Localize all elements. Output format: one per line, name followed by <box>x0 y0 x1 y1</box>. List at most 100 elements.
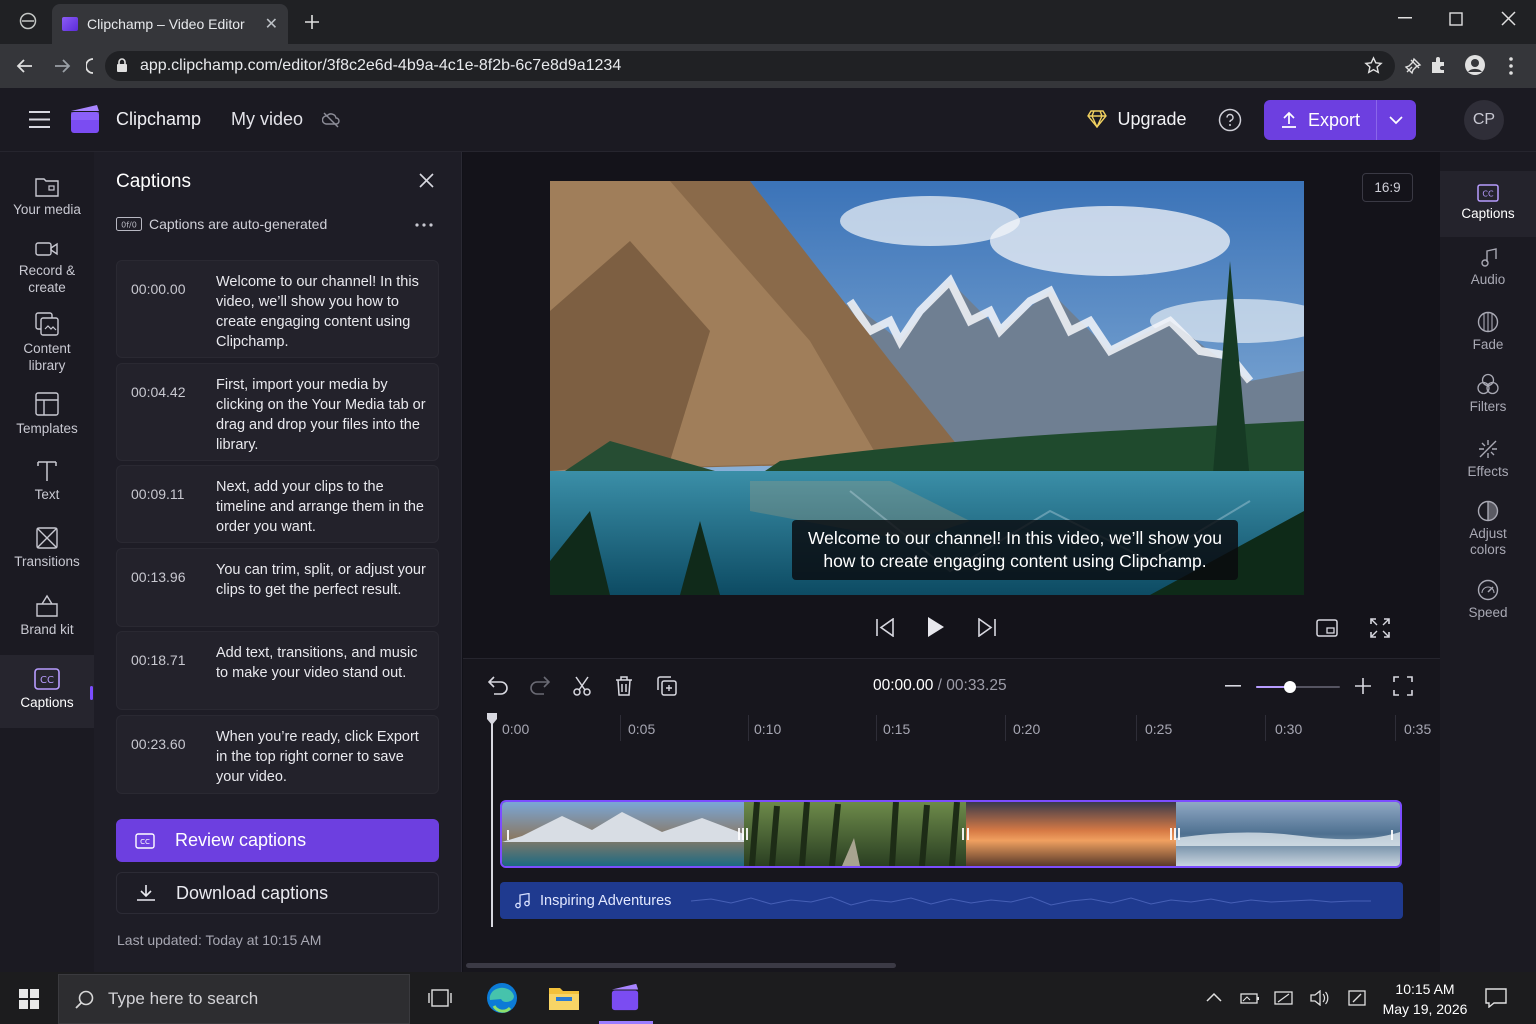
taskbar-clock[interactable]: 10:15 AM May 19, 2026 <box>1378 979 1472 1019</box>
delete-trash-icon[interactable] <box>615 676 633 696</box>
minimize-icon[interactable] <box>1398 17 1412 19</box>
sidebar-item-templates[interactable]: Templates <box>0 392 94 437</box>
aspect-ratio-button[interactable]: 16:9 <box>1362 173 1413 202</box>
caption-text[interactable]: When you’re ready, click Export in the t… <box>216 727 426 787</box>
avatar[interactable]: CP <box>1464 100 1504 140</box>
browser-tab[interactable]: Clipchamp – Video Editor ✕ <box>52 4 288 44</box>
zoom-thumb[interactable] <box>1283 681 1296 693</box>
duplicate-icon[interactable] <box>657 676 677 696</box>
zoom-slider[interactable] <box>1256 681 1340 693</box>
tab-actions-icon[interactable] <box>18 11 38 31</box>
sidebar-item-captions[interactable]: CC Captions <box>0 655 94 728</box>
forward-icon[interactable] <box>52 56 72 76</box>
close-window-icon[interactable] <box>1501 11 1516 26</box>
caption-text[interactable]: First, import your media by clicking on … <box>216 375 426 455</box>
edge-browser-icon[interactable] <box>486 982 518 1014</box>
fullscreen-icon[interactable] <box>1370 618 1390 638</box>
sidebar-item-transitions[interactable]: Transitions <box>0 527 94 570</box>
right-item-fade[interactable]: Fade <box>1440 311 1536 353</box>
zoom-in-icon[interactable] <box>1355 678 1371 694</box>
chevron-down-icon[interactable] <box>1377 115 1403 125</box>
pen-workspace-icon[interactable] <box>1348 990 1366 1006</box>
browser-menu-icon[interactable] <box>1509 57 1513 75</box>
caption-timestamp: 00:04.42 <box>131 384 186 400</box>
caption-text[interactable]: Add text, transitions, and music to make… <box>216 643 426 683</box>
close-icon[interactable] <box>419 173 434 188</box>
right-item-effects[interactable]: Effects <box>1440 438 1536 480</box>
taskbar-search-box[interactable]: Type here to search <box>58 974 410 1024</box>
right-item-filters[interactable]: Filters <box>1440 373 1536 415</box>
volume-icon[interactable] <box>1309 990 1329 1006</box>
picture-in-picture-icon[interactable] <box>1316 619 1338 637</box>
review-captions-button[interactable]: CC Review captions <box>116 819 439 862</box>
url-text: app.clipchamp.com/editor/3f8c2e6d-4b9a-4… <box>140 57 622 74</box>
video-preview[interactable]: Welcome to our channel! In this video, w… <box>550 181 1304 595</box>
network-icon[interactable] <box>1274 990 1294 1006</box>
maximize-icon[interactable] <box>1449 12 1463 26</box>
right-item-speed[interactable]: Speed <box>1440 579 1536 621</box>
extension-pin-icon[interactable] <box>1404 57 1422 75</box>
hamburger-menu-icon[interactable] <box>29 111 50 128</box>
back-icon[interactable] <box>15 56 35 76</box>
caption-card[interactable]: 00:18.71 Add text, transitions, and musi… <box>116 631 439 710</box>
url-field[interactable]: app.clipchamp.com/editor/3f8c2e6d-4b9a-4… <box>105 51 1395 81</box>
play-icon[interactable] <box>926 615 946 639</box>
close-tab-icon[interactable]: ✕ <box>265 14 278 34</box>
notifications-icon[interactable] <box>1485 988 1507 1008</box>
profile-icon[interactable] <box>1464 54 1486 76</box>
caption-text[interactable]: Welcome to our channel! In this video, w… <box>216 272 426 352</box>
windows-start-icon[interactable] <box>19 989 39 1009</box>
export-main[interactable]: Export <box>1264 110 1376 131</box>
caption-card[interactable]: 00:04.42 First, import your media by cli… <box>116 363 439 461</box>
audio-track-clip[interactable]: Inspiring Adventures <box>500 882 1403 919</box>
sidebar-item-label: Your media <box>13 202 81 217</box>
export-button[interactable]: Export <box>1264 100 1416 140</box>
upgrade-button[interactable]: Upgrade <box>1072 98 1202 140</box>
right-item-audio[interactable]: Audio <box>1440 248 1536 288</box>
reload-icon[interactable] <box>86 57 96 75</box>
extensions-puzzle-icon[interactable] <box>1429 56 1447 74</box>
new-tab-icon[interactable] <box>303 13 321 31</box>
lock-icon <box>116 58 128 73</box>
file-explorer-icon[interactable] <box>548 985 580 1011</box>
fit-timeline-icon[interactable] <box>1393 676 1413 696</box>
clipchamp-app-icon[interactable] <box>610 982 640 1012</box>
right-item-adjust-colors[interactable]: Adjust colors <box>1440 500 1536 558</box>
redo-icon[interactable] <box>529 676 550 695</box>
skip-back-icon[interactable] <box>875 618 895 637</box>
more-options-icon[interactable] <box>415 223 433 227</box>
caption-text[interactable]: You can trim, split, or adjust your clip… <box>216 560 426 600</box>
auto-note-text: Captions are auto-generated <box>149 216 328 232</box>
playhead[interactable] <box>487 713 497 927</box>
tick-label: 0:00 <box>502 721 530 737</box>
subtitle-overlay[interactable]: Welcome to our channel! In this video, w… <box>792 520 1238 580</box>
timeline-scrollbar[interactable] <box>466 963 896 968</box>
right-item-captions[interactable]: CC Captions <box>1440 171 1536 237</box>
bookmark-star-icon[interactable] <box>1364 56 1383 75</box>
effects-sparkle-icon <box>1477 438 1499 460</box>
caption-card[interactable]: 00:23.60 When you’re ready, click Export… <box>116 715 439 794</box>
download-captions-button[interactable]: Download captions <box>116 872 439 914</box>
project-name-field[interactable]: My video <box>231 109 303 130</box>
split-scissors-icon[interactable] <box>572 676 592 696</box>
undo-icon[interactable] <box>488 676 509 695</box>
skip-forward-icon[interactable] <box>977 618 997 637</box>
caption-card[interactable]: 00:09.11 Next, add your clips to the tim… <box>116 465 439 543</box>
chevron-up-icon[interactable] <box>1206 992 1222 1002</box>
video-camera-icon <box>35 240 59 258</box>
sidebar-item-brand-kit[interactable]: Brand kit <box>0 594 94 638</box>
right-item-label: Audio <box>1470 272 1506 287</box>
caption-text[interactable]: Next, add your clips to the timeline and… <box>216 477 426 537</box>
battery-icon[interactable] <box>1240 991 1260 1005</box>
sidebar-item-content-library[interactable]: Content library <box>0 312 94 374</box>
help-icon[interactable] <box>1218 108 1242 132</box>
zoom-out-icon[interactable] <box>1225 685 1241 687</box>
caption-card[interactable]: 00:13.96 You can trim, split, or adjust … <box>116 548 439 627</box>
sidebar-item-text[interactable]: Text <box>0 460 94 503</box>
caption-card[interactable]: 00:00.00 Welcome to our channel! In this… <box>116 260 439 358</box>
video-track-clip[interactable] <box>500 800 1402 868</box>
sidebar-item-your-media[interactable]: Your media <box>0 176 94 218</box>
search-icon <box>75 990 94 1009</box>
task-view-icon[interactable] <box>428 988 452 1008</box>
sidebar-item-record-create[interactable]: Record & create <box>0 240 94 296</box>
